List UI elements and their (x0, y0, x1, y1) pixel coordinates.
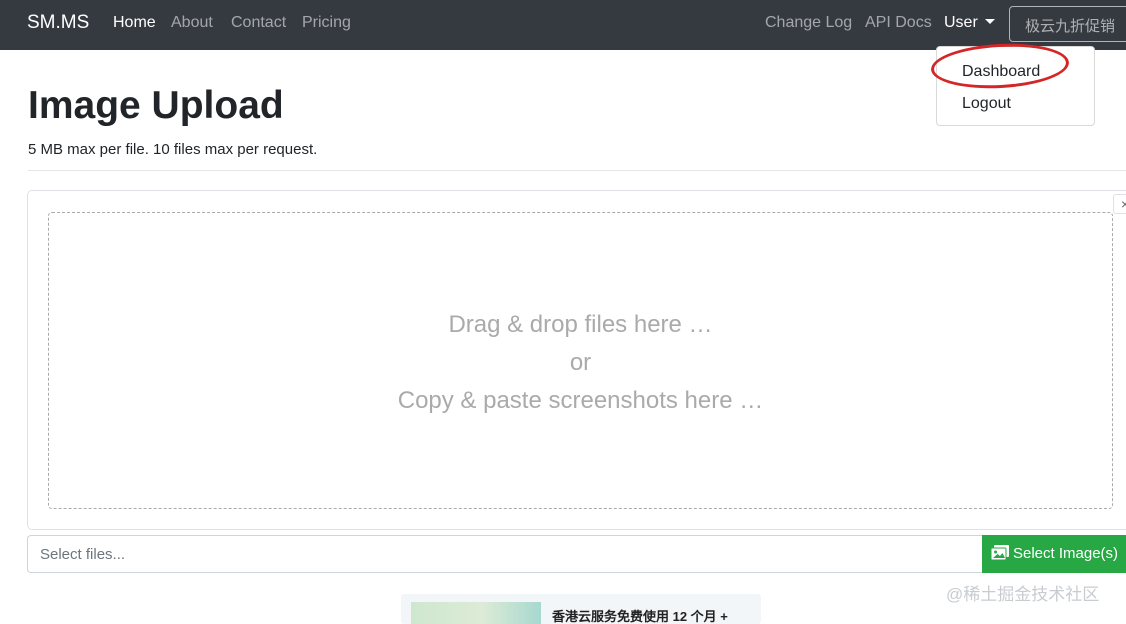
divider (28, 170, 1126, 171)
ad-banner[interactable]: 香港云服务免费使用 12 个月 + (401, 594, 761, 624)
promo-button[interactable]: 极云九折促销 (1009, 6, 1126, 42)
page-title: Image Upload (28, 84, 284, 127)
select-images-label: Select Image(s) (1013, 545, 1119, 562)
brand-logo[interactable]: SM.MS (27, 12, 89, 34)
nav-home[interactable]: Home (113, 14, 156, 32)
upload-limits-text: 5 MB max per file. 10 files max per requ… (28, 141, 318, 158)
dropdown-item-logout[interactable]: Logout (962, 95, 1011, 113)
dropzone-or-text: or (569, 349, 592, 376)
dropzone-drag-text: Drag & drop files here … (448, 311, 713, 338)
user-menu-toggle[interactable]: User (944, 14, 995, 32)
dropzone-paste-text: Copy & paste screenshots here … (397, 387, 764, 414)
nav-change-log[interactable]: Change Log (765, 14, 852, 32)
ad-text: 香港云服务免费使用 12 个月 + (552, 609, 728, 624)
close-icon[interactable]: × (1113, 194, 1126, 214)
user-menu-label: User (944, 14, 978, 31)
nav-api-docs[interactable]: API Docs (865, 14, 932, 32)
watermark: @稀土掘金技术社区 (946, 585, 1100, 604)
nav-about[interactable]: About (171, 14, 213, 32)
images-icon (991, 545, 1009, 560)
top-navbar: SM.MS Home About Contact Pricing Change … (0, 0, 1126, 50)
caret-down-icon (984, 19, 995, 24)
ad-thumbnail (411, 602, 541, 624)
drop-zone[interactable]: Drag & drop files here … or Copy & paste… (48, 212, 1113, 509)
select-images-button[interactable]: Select Image(s) (982, 535, 1126, 573)
nav-pricing[interactable]: Pricing (302, 14, 351, 32)
nav-contact[interactable]: Contact (231, 14, 286, 32)
file-select-input[interactable]: Select files... (27, 535, 983, 573)
